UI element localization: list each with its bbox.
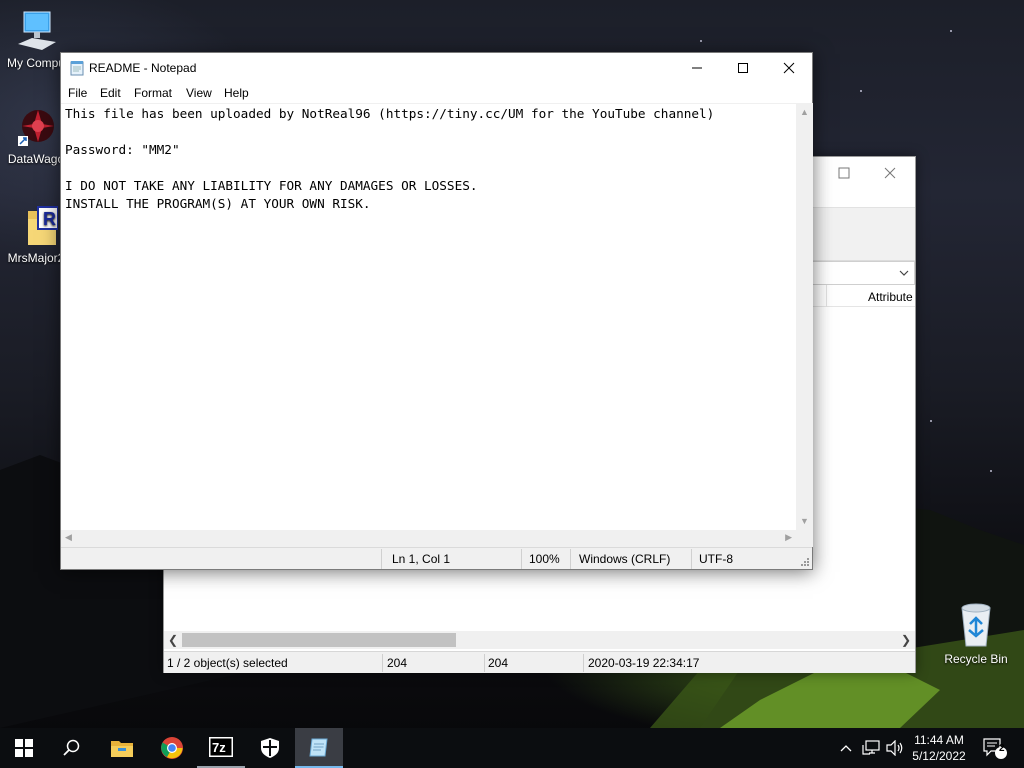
svg-text:R: R: [43, 209, 56, 229]
desktop-icon-label: MrsMajor2: [7, 251, 65, 265]
desktop-icon-label: My Compu: [6, 56, 65, 70]
security-icon: [261, 738, 279, 758]
address-bar[interactable]: [812, 261, 915, 285]
desktop-icon-label: Recycle Bin: [944, 652, 1008, 666]
scrollbar-thumb[interactable]: [182, 633, 456, 647]
text-line: I DO NOT TAKE ANY LIABILITY FOR ANY DAMA…: [65, 178, 478, 193]
menu-file[interactable]: File: [68, 86, 87, 100]
line-ending: Windows (CRLF): [579, 552, 671, 566]
action-center-button[interactable]: 2: [978, 728, 1012, 768]
7zip-label: 7z: [212, 740, 226, 755]
search-icon: [63, 739, 80, 756]
show-hidden-icons[interactable]: [836, 728, 856, 768]
selection-status: 1 / 2 object(s) selected: [167, 656, 288, 670]
packed-size-value: 204: [488, 656, 509, 670]
encoding: UTF-8: [699, 552, 733, 566]
menu-edit[interactable]: Edit: [100, 86, 121, 100]
resize-grip-icon[interactable]: [800, 557, 810, 567]
menu-help[interactable]: Help: [224, 86, 249, 100]
horizontal-scrollbar[interactable]: ❮ ❯: [164, 631, 915, 649]
clock-date: 5/12/2022: [912, 749, 966, 763]
column-divider[interactable]: [826, 285, 827, 307]
folder-r-icon: R: [28, 206, 58, 245]
status-divider: [381, 549, 382, 569]
notepad-icon: [70, 61, 84, 76]
start-icon: [15, 739, 33, 757]
column-header-attribute[interactable]: Attribute: [868, 290, 913, 304]
start-button[interactable]: [0, 728, 48, 768]
menu-view[interactable]: View: [186, 86, 212, 100]
text-editor[interactable]: This file has been uploaded by NotReal96…: [61, 103, 796, 530]
scroll-down-icon[interactable]: ▼: [800, 516, 809, 526]
maximize-icon: [738, 63, 748, 73]
scrollbar-corner: [796, 530, 813, 547]
taskbar-notepad[interactable]: [295, 728, 343, 768]
close-icon[interactable]: [880, 163, 900, 183]
minimize-icon: [692, 67, 702, 69]
computer-icon: [18, 11, 56, 50]
close-button[interactable]: [766, 53, 812, 83]
chevron-down-icon[interactable]: [898, 265, 910, 281]
notepad-window[interactable]: README - Notepad File Edit Format View H…: [60, 52, 813, 570]
7zip-icon: 7z: [209, 737, 233, 757]
desktop-icon-label: DataWago: [7, 152, 65, 166]
taskbar-7zip[interactable]: 7z: [197, 728, 245, 768]
notepad-status-bar: Ln 1, Col 1 100% Windows (CRLF) UTF-8: [61, 547, 812, 569]
clock-time: 11:44 AM: [914, 733, 964, 747]
text-line: INSTALL THE PROGRAM(S) AT YOUR OWN RISK.: [65, 196, 371, 211]
clock[interactable]: 11:44 AM 5/12/2022: [906, 732, 972, 764]
explorer-status-bar: 1 / 2 object(s) selected 204 204 2020-03…: [164, 651, 915, 673]
maximize-button[interactable]: [720, 53, 766, 83]
zoom-level: 100%: [529, 552, 560, 566]
file-explorer-icon: [111, 741, 133, 757]
notepad-icon: [309, 738, 328, 757]
text-line: Password: "MM2": [65, 142, 180, 157]
scroll-up-icon[interactable]: ▲: [800, 107, 809, 117]
minimize-button[interactable]: [674, 53, 720, 83]
text-line: This file has been uploaded by NotReal96…: [65, 106, 715, 121]
scroll-left-icon[interactable]: ❮: [168, 633, 178, 647]
modified-value: 2020-03-19 22:34:17: [588, 656, 700, 670]
menu-format[interactable]: Format: [134, 86, 172, 100]
window-title: README - Notepad: [89, 61, 197, 75]
cursor-position: Ln 1, Col 1: [392, 552, 451, 566]
search-button[interactable]: [48, 728, 96, 768]
status-divider: [382, 654, 383, 672]
size-value: 204: [387, 656, 408, 670]
status-divider: [570, 549, 571, 569]
maximize-icon[interactable]: [834, 163, 854, 183]
datawagon-icon: [18, 110, 54, 146]
notification-count-badge: 2: [999, 743, 1005, 754]
taskbar-security[interactable]: [246, 728, 294, 768]
notepad-titlebar[interactable]: README - Notepad: [61, 53, 812, 83]
status-divider: [691, 549, 692, 569]
volume-tray-button[interactable]: [884, 728, 906, 768]
taskbar: 7z 11:44 AM 5/12/2022 2: [0, 728, 1024, 768]
scroll-right-icon[interactable]: ▶: [785, 532, 792, 543]
desktop-icon-recycle-bin[interactable]: Recycle Bin: [940, 600, 1012, 666]
chrome-icon: [161, 737, 183, 759]
vertical-scrollbar[interactable]: ▲ ▼: [796, 103, 813, 530]
recycle-bin-icon: [961, 603, 991, 647]
status-divider: [521, 549, 522, 569]
scroll-left-icon[interactable]: ◀: [65, 532, 72, 543]
status-divider: [583, 654, 584, 672]
close-icon: [783, 62, 795, 74]
horizontal-scrollbar[interactable]: ◀ ▶: [61, 530, 796, 547]
menu-bar: File Edit Format View Help: [61, 83, 812, 103]
status-divider: [484, 654, 485, 672]
chevron-up-icon: [840, 745, 852, 752]
network-tray-button[interactable]: [860, 728, 882, 768]
network-icon: [862, 740, 880, 755]
taskbar-file-explorer[interactable]: [98, 728, 146, 768]
scroll-right-icon[interactable]: ❯: [901, 633, 911, 647]
taskbar-chrome[interactable]: [148, 728, 196, 768]
volume-icon: [886, 740, 903, 756]
